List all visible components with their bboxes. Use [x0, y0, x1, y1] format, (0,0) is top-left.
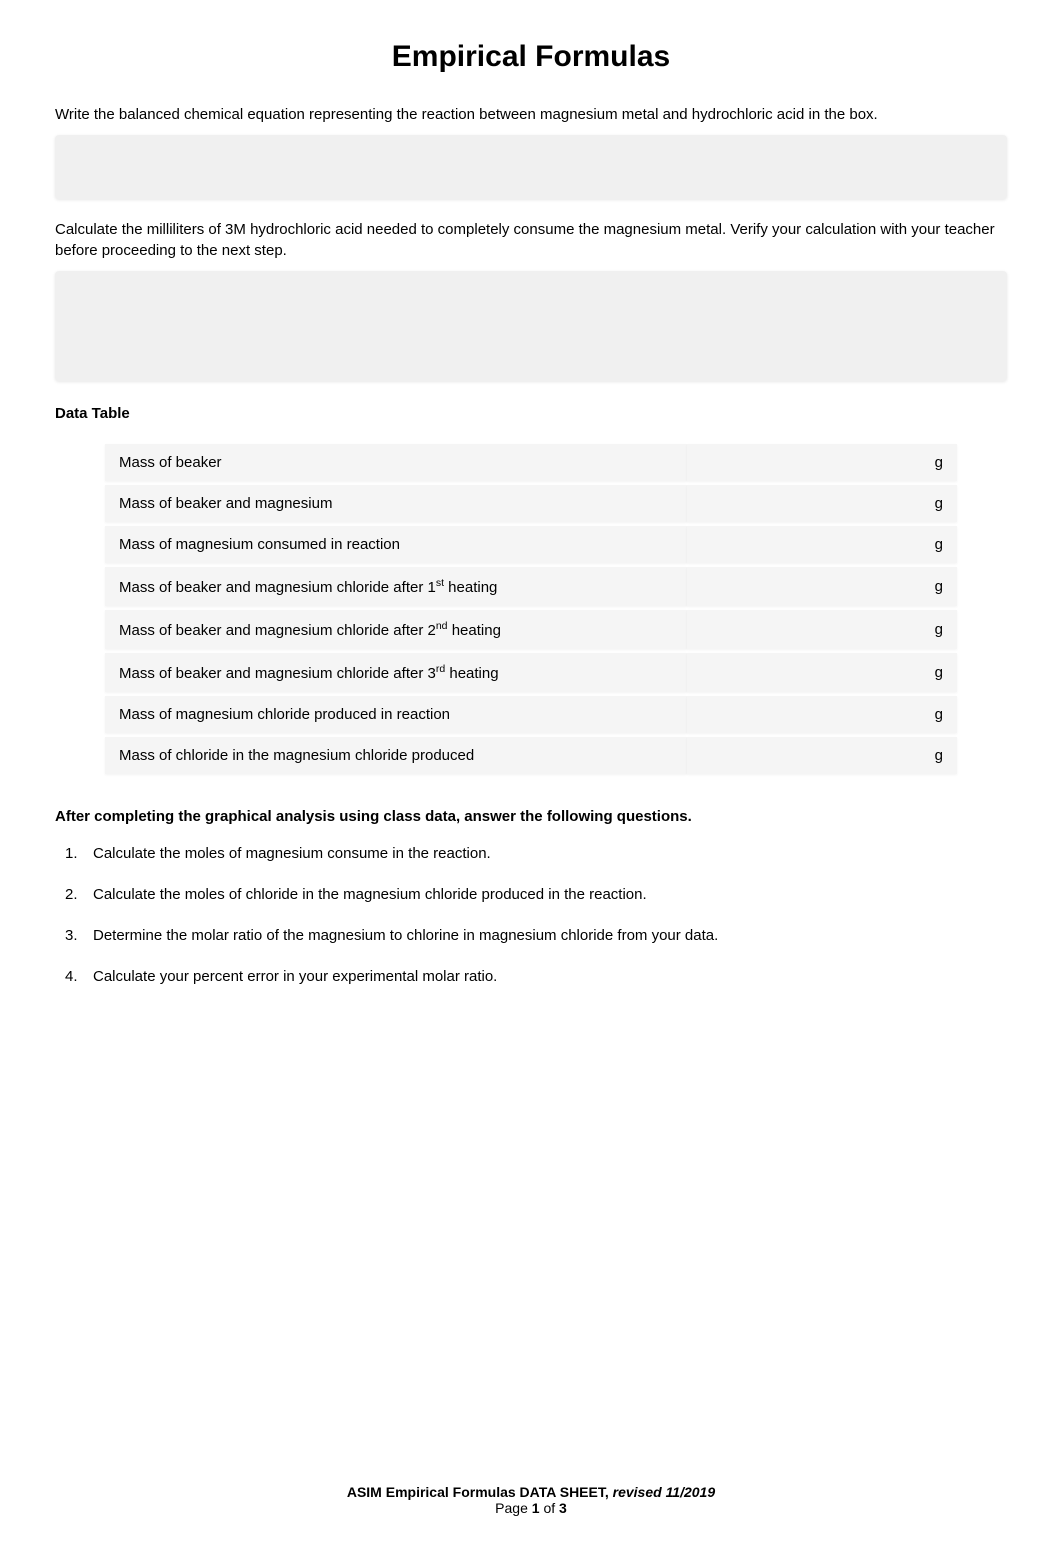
table-row: Mass of chloride in the magnesium chlori…: [105, 737, 957, 774]
answer-box-calculation[interactable]: [55, 271, 1007, 381]
table-label-cell: Mass of chloride in the magnesium chlori…: [105, 737, 687, 774]
footer-page-pre: Page: [495, 1500, 532, 1516]
question-text: Calculate the moles of magnesium consume…: [93, 845, 491, 862]
table-row: Mass of beaker and magnesium chloride af…: [105, 653, 957, 692]
table-value-cell[interactable]: g: [687, 696, 957, 733]
table-value-cell[interactable]: g: [687, 610, 957, 649]
instruction-paragraph-2: Calculate the milliliters of 3M hydrochl…: [55, 219, 1007, 261]
question-text: Determine the molar ratio of the magnesi…: [93, 927, 718, 944]
question-number: 2.: [65, 884, 78, 905]
table-label-cell: Mass of beaker and magnesium chloride af…: [105, 567, 687, 606]
table-row: Mass of beaker and magnesium chloride af…: [105, 610, 957, 649]
data-table-heading: Data Table: [55, 405, 1007, 422]
page-title: Empirical Formulas: [55, 40, 1007, 74]
table-value-cell[interactable]: g: [687, 526, 957, 563]
list-item: 4.Calculate your percent error in your e…: [93, 966, 1007, 987]
footer-revised: revised 11/2019: [613, 1484, 716, 1500]
footer-title: ASIM Empirical Formulas DATA SHEET,: [347, 1484, 613, 1500]
question-number: 1.: [65, 843, 78, 864]
footer-page-mid: of: [540, 1500, 559, 1516]
footer-page-total: 3: [559, 1500, 567, 1516]
table-label-cell: Mass of beaker and magnesium chloride af…: [105, 610, 687, 649]
instruction-paragraph-1: Write the balanced chemical equation rep…: [55, 104, 1007, 125]
table-value-cell[interactable]: g: [687, 567, 957, 606]
table-value-cell[interactable]: g: [687, 444, 957, 481]
question-text: Calculate your percent error in your exp…: [93, 968, 497, 985]
table-label-cell: Mass of beaker and magnesium chloride af…: [105, 653, 687, 692]
list-item: 1.Calculate the moles of magnesium consu…: [93, 843, 1007, 864]
table-row: Mass of magnesium chloride produced in r…: [105, 696, 957, 733]
table-label-cell: Mass of magnesium consumed in reaction: [105, 526, 687, 563]
questions-list: 1. Calculate the moles of magnesium consu…: [55, 843, 1007, 987]
table-row: Mass of beaker and magnesium chloride af…: [105, 567, 957, 606]
data-table: Mass of beakergMass of beaker and magnes…: [105, 440, 957, 778]
table-value-cell[interactable]: g: [687, 653, 957, 692]
table-row: Mass of magnesium consumed in reactiong: [105, 526, 957, 563]
table-value-cell[interactable]: g: [687, 737, 957, 774]
question-number: 4.: [65, 966, 78, 987]
table-row: Mass of beaker and magnesiumg: [105, 485, 957, 522]
question-number: 3.: [65, 925, 78, 946]
footer-page-current: 1: [532, 1500, 540, 1516]
page-footer: ASIM Empirical Formulas DATA SHEET, revi…: [0, 1484, 1062, 1516]
table-label-cell: Mass of magnesium chloride produced in r…: [105, 696, 687, 733]
table-label-cell: Mass of beaker and magnesium: [105, 485, 687, 522]
table-value-cell[interactable]: g: [687, 485, 957, 522]
question-text: Calculate the moles of chloride in the m…: [93, 886, 647, 903]
table-label-cell: Mass of beaker: [105, 444, 687, 481]
answer-box-equation[interactable]: [55, 135, 1007, 199]
questions-intro: After completing the graphical analysis …: [55, 808, 1007, 825]
table-row: Mass of beakerg: [105, 444, 957, 481]
list-item: 2.Calculate the moles of chloride in the…: [93, 884, 1007, 905]
list-item: 3.Determine the molar ratio of the magne…: [93, 925, 1007, 946]
